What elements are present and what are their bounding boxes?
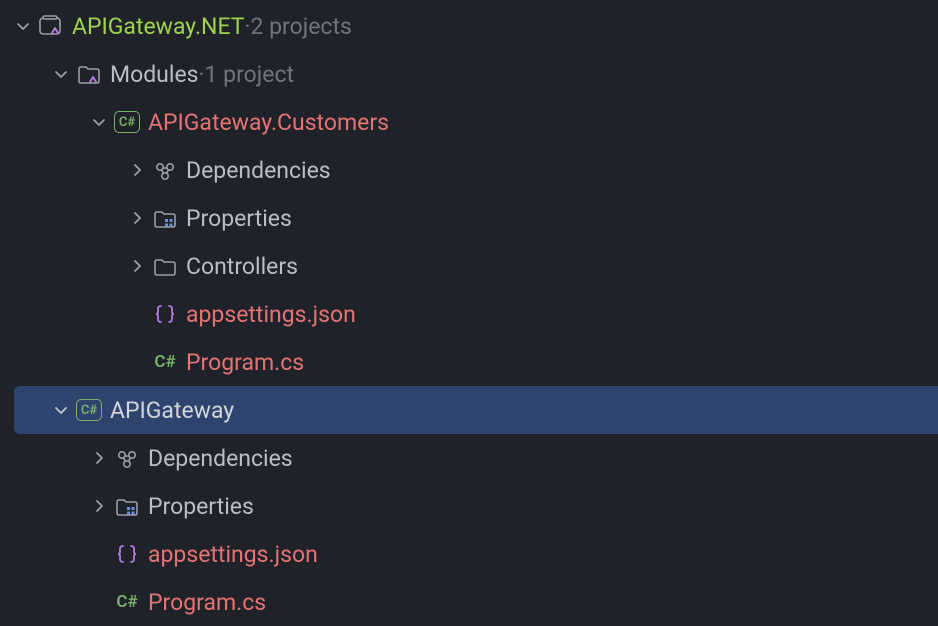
solution-icon [38,13,64,39]
tree-item-program[interactable]: C# Program.cs [0,578,938,626]
tree-item-label: Program.cs [148,589,266,616]
json-file-icon [152,301,178,327]
tree-item-label: APIGateway [110,397,234,424]
tree-item-label: Dependencies [148,445,293,472]
chevron-down-icon[interactable] [52,65,70,83]
tree-item-label: Properties [186,205,292,232]
tree-item-solution[interactable]: APIGateway.NET · 2 projects [0,2,938,50]
properties-folder-icon [114,493,140,519]
properties-folder-icon [152,205,178,231]
tree-item-properties[interactable]: Properties [0,482,938,530]
chevron-right-icon[interactable] [128,257,146,275]
tree-item-program[interactable]: C# Program.cs [0,338,938,386]
solution-folder-icon [76,61,102,87]
chevron-right-icon[interactable] [128,209,146,227]
chevron-down-icon[interactable] [14,17,32,35]
csharp-file-icon: C# [114,589,140,615]
tree-item-label: APIGateway.Customers [148,109,389,136]
tree-item-properties[interactable]: Properties [0,194,938,242]
tree-item-label: APIGateway.NET [72,13,244,40]
tree-item-label: Controllers [186,253,298,280]
chevron-down-icon[interactable] [52,401,70,419]
csharp-file-icon: C# [152,349,178,375]
chevron-down-icon[interactable] [90,113,108,131]
chevron-right-icon[interactable] [90,449,108,467]
folder-icon [152,253,178,279]
dependencies-icon [114,445,140,471]
csharp-project-icon: C# [76,397,102,423]
tree-item-project-gateway[interactable]: C# APIGateway [14,386,938,434]
tree-item-project-customers[interactable]: C# APIGateway.Customers [0,98,938,146]
chevron-right-icon[interactable] [128,161,146,179]
chevron-right-icon[interactable] [90,497,108,515]
tree-item-meta: 2 projects [250,13,351,40]
tree-item-label: Modules [110,61,199,88]
tree-item-modules[interactable]: Modules · 1 project [0,50,938,98]
tree-item-dependencies[interactable]: Dependencies [0,146,938,194]
tree-item-label: appsettings.json [186,301,356,328]
json-file-icon [114,541,140,567]
dependencies-icon [152,157,178,183]
tree-item-label: Properties [148,493,254,520]
csharp-project-icon: C# [114,109,140,135]
tree-item-appsettings[interactable]: appsettings.json [0,290,938,338]
tree-item-label: appsettings.json [148,541,318,568]
tree-item-dependencies[interactable]: Dependencies [0,434,938,482]
tree-item-controllers[interactable]: Controllers [0,242,938,290]
tree-item-meta: 1 project [205,61,295,88]
tree-item-label: Program.cs [186,349,304,376]
tree-item-label: Dependencies [186,157,331,184]
tree-item-appsettings[interactable]: appsettings.json [0,530,938,578]
